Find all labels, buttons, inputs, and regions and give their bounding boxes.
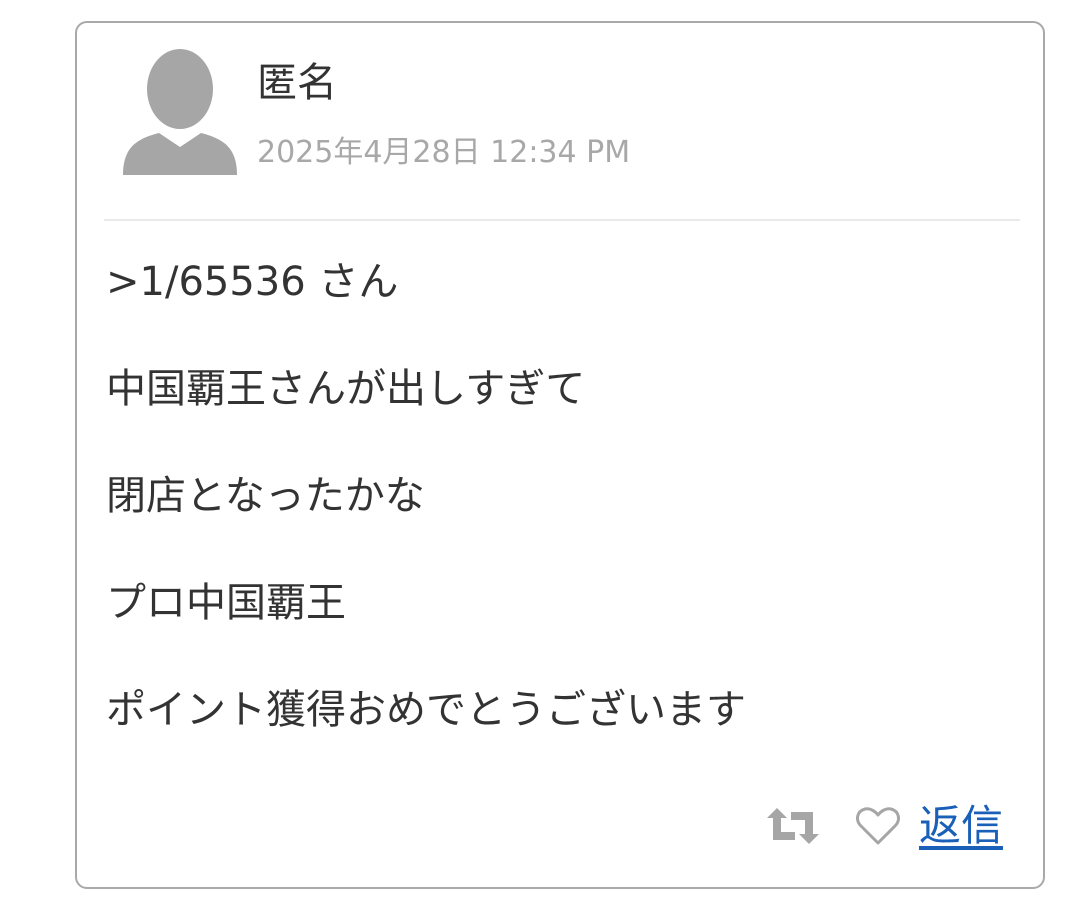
- author-name: 匿名: [257, 60, 337, 106]
- default-avatar-icon: [123, 49, 237, 175]
- comment-line: 閉店となったかな: [106, 473, 425, 519]
- post-timestamp: 2025年4月28日 12:34 PM: [257, 135, 631, 170]
- retweet-icon[interactable]: [765, 806, 821, 846]
- comment-line: プロ中国覇王: [106, 580, 346, 626]
- comment-actions: 返信: [765, 799, 1003, 853]
- comment-line: ポイント獲得おめでとうございます: [106, 687, 746, 733]
- comment-line: >1/65536 さん: [106, 259, 399, 305]
- reply-link[interactable]: 返信: [919, 799, 1003, 853]
- comment-body: >1/65536 さん 中国覇王さんが出しすぎて 閉店となったかな プロ中国覇王…: [106, 255, 1016, 790]
- heart-outline-icon[interactable]: [855, 806, 901, 846]
- header-divider: [104, 219, 1020, 221]
- comment-card: 匿名 2025年4月28日 12:34 PM >1/65536 さん 中国覇王さ…: [75, 21, 1045, 889]
- comment-line: 中国覇王さんが出しすぎて: [106, 366, 586, 412]
